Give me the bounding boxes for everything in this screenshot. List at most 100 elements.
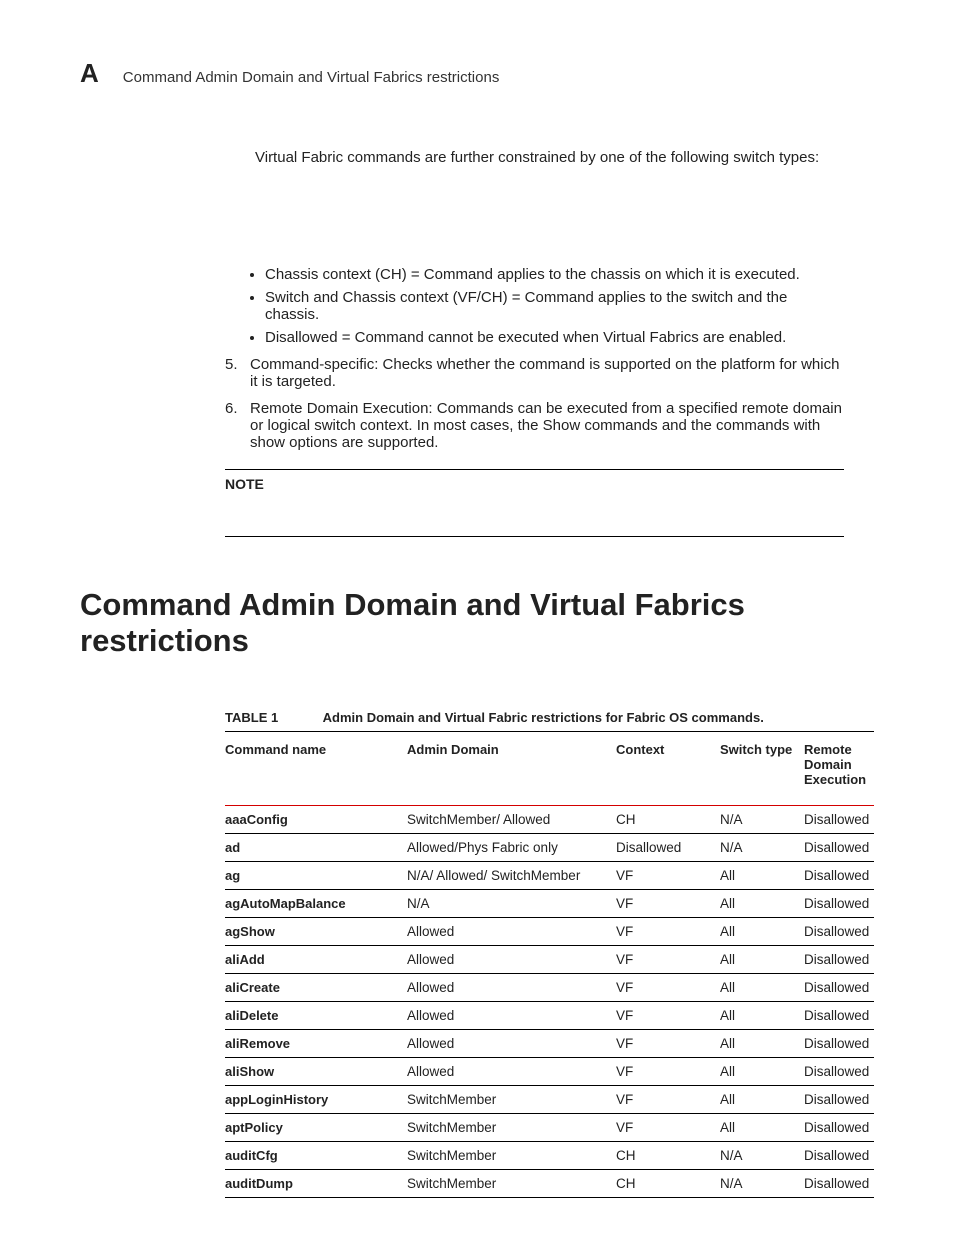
cell-remote-domain-execution: Disallowed	[804, 918, 874, 946]
cell-command-name: agShow	[225, 918, 407, 946]
cell-command-name: aaaConfig	[225, 806, 407, 834]
cell-remote-domain-execution: Disallowed	[804, 806, 874, 834]
table-row: agShowAllowedVFAllDisallowed	[225, 918, 874, 946]
cell-switch-type: All	[720, 1002, 804, 1030]
table-row: appLoginHistorySwitchMemberVFAllDisallow…	[225, 1086, 874, 1114]
cell-switch-type: N/A	[720, 1142, 804, 1170]
cell-command-name: aliCreate	[225, 974, 407, 1002]
list-item: Chassis context (CH) = Command applies t…	[265, 266, 844, 283]
col-header-switch-type: Switch type	[720, 738, 804, 806]
note-label: NOTE	[225, 476, 264, 492]
cell-command-name: aliDelete	[225, 1002, 407, 1030]
cell-command-name: appLoginHistory	[225, 1086, 407, 1114]
cell-remote-domain-execution: Disallowed	[804, 862, 874, 890]
table-row: adAllowed/Phys Fabric onlyDisallowedN/AD…	[225, 834, 874, 862]
cell-switch-type: All	[720, 946, 804, 974]
cell-switch-type: All	[720, 1086, 804, 1114]
cell-switch-type: N/A	[720, 1170, 804, 1198]
cell-context: VF	[616, 918, 720, 946]
cell-command-name: aliRemove	[225, 1030, 407, 1058]
cell-switch-type: All	[720, 890, 804, 918]
cell-context: VF	[616, 1002, 720, 1030]
cell-switch-type: All	[720, 974, 804, 1002]
cell-context: VF	[616, 946, 720, 974]
cell-context: VF	[616, 862, 720, 890]
ordered-item: 6. Remote Domain Execution: Commands can…	[225, 400, 844, 451]
cell-remote-domain-execution: Disallowed	[804, 1002, 874, 1030]
cell-command-name: aliAdd	[225, 946, 407, 974]
table-label: TABLE 1	[225, 710, 278, 725]
cell-command-name: ad	[225, 834, 407, 862]
table-caption: TABLE 1 Admin Domain and Virtual Fabric …	[225, 709, 874, 732]
header-letter: A	[80, 58, 99, 89]
cell-switch-type: All	[720, 1030, 804, 1058]
cell-admin-domain: Allowed	[407, 974, 616, 1002]
list-item: Switch and Chassis context (VF/CH) = Com…	[265, 289, 844, 323]
cell-remote-domain-execution: Disallowed	[804, 1058, 874, 1086]
ordered-item: 5. Command-specific: Checks whether the …	[225, 356, 844, 390]
cell-remote-domain-execution: Disallowed	[804, 890, 874, 918]
cell-remote-domain-execution: Disallowed	[804, 946, 874, 974]
bullet-list: Chassis context (CH) = Command applies t…	[265, 266, 844, 346]
cell-switch-type: N/A	[720, 806, 804, 834]
cell-admin-domain: Allowed	[407, 1002, 616, 1030]
col-header-admin-domain: Admin Domain	[407, 738, 616, 806]
cell-context: Disallowed	[616, 834, 720, 862]
cell-command-name: agAutoMapBalance	[225, 890, 407, 918]
cell-context: VF	[616, 974, 720, 1002]
cell-remote-domain-execution: Disallowed	[804, 834, 874, 862]
ordered-text: Command-specific: Checks whether the com…	[250, 356, 844, 390]
restrictions-table: Command name Admin Domain Context Switch…	[225, 738, 874, 1198]
cell-switch-type: All	[720, 1114, 804, 1142]
table-title: Admin Domain and Virtual Fabric restrict…	[323, 710, 764, 725]
cell-context: CH	[616, 1142, 720, 1170]
ordered-number: 6.	[225, 400, 250, 451]
cell-switch-type: N/A	[720, 834, 804, 862]
table-row: aaaConfigSwitchMember/ AllowedCHN/ADisal…	[225, 806, 874, 834]
col-header-context: Context	[616, 738, 720, 806]
col-header-command-name: Command name	[225, 738, 407, 806]
cell-context: CH	[616, 1170, 720, 1198]
table-row: aptPolicySwitchMemberVFAllDisallowed	[225, 1114, 874, 1142]
cell-admin-domain: N/A	[407, 890, 616, 918]
ordered-number: 5.	[225, 356, 250, 390]
cell-remote-domain-execution: Disallowed	[804, 1086, 874, 1114]
cell-admin-domain: Allowed	[407, 946, 616, 974]
table-row: agN/A/ Allowed/ SwitchMemberVFAllDisallo…	[225, 862, 874, 890]
cell-command-name: aptPolicy	[225, 1114, 407, 1142]
cell-admin-domain: Allowed	[407, 918, 616, 946]
cell-remote-domain-execution: Disallowed	[804, 974, 874, 1002]
cell-remote-domain-execution: Disallowed	[804, 1030, 874, 1058]
cell-remote-domain-execution: Disallowed	[804, 1170, 874, 1198]
cell-switch-type: All	[720, 918, 804, 946]
section-heading: Command Admin Domain and Virtual Fabrics…	[80, 587, 874, 659]
cell-context: CH	[616, 806, 720, 834]
col-header-remote-domain-execution: Remote Domain Execution	[804, 738, 874, 806]
cell-remote-domain-execution: Disallowed	[804, 1142, 874, 1170]
cell-switch-type: All	[720, 862, 804, 890]
ordered-text: Remote Domain Execution: Commands can be…	[250, 400, 844, 451]
cell-context: VF	[616, 1114, 720, 1142]
table-row: aliCreateAllowedVFAllDisallowed	[225, 974, 874, 1002]
page-header: A Command Admin Domain and Virtual Fabri…	[80, 58, 874, 89]
cell-remote-domain-execution: Disallowed	[804, 1114, 874, 1142]
list-item: Disallowed = Command cannot be executed …	[265, 329, 844, 346]
cell-context: VF	[616, 1058, 720, 1086]
table-row: auditCfgSwitchMemberCHN/ADisallowed	[225, 1142, 874, 1170]
cell-command-name: aliShow	[225, 1058, 407, 1086]
cell-admin-domain: Allowed	[407, 1058, 616, 1086]
cell-context: VF	[616, 1086, 720, 1114]
table-row: aliRemoveAllowedVFAllDisallowed	[225, 1030, 874, 1058]
cell-admin-domain: SwitchMember/ Allowed	[407, 806, 616, 834]
table-row: aliAddAllowedVFAllDisallowed	[225, 946, 874, 974]
cell-command-name: ag	[225, 862, 407, 890]
cell-admin-domain: SwitchMember	[407, 1114, 616, 1142]
cell-admin-domain: Allowed/Phys Fabric only	[407, 834, 616, 862]
note-block: NOTE	[225, 469, 844, 537]
cell-admin-domain: N/A/ Allowed/ SwitchMember	[407, 862, 616, 890]
cell-admin-domain: Allowed	[407, 1030, 616, 1058]
table-row: agAutoMapBalanceN/AVFAllDisallowed	[225, 890, 874, 918]
intro-paragraph: Virtual Fabric commands are further cons…	[255, 149, 844, 166]
table-row: auditDumpSwitchMemberCHN/ADisallowed	[225, 1170, 874, 1198]
table-row: aliDeleteAllowedVFAllDisallowed	[225, 1002, 874, 1030]
